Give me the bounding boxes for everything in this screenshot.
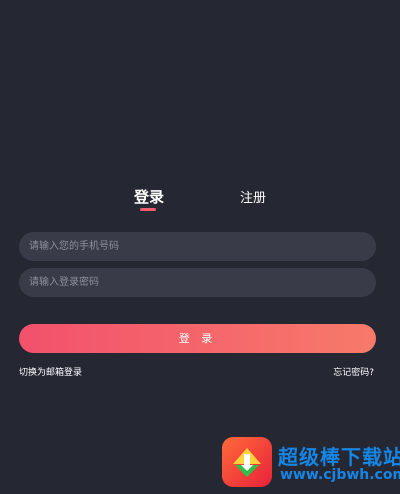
- phone-input[interactable]: [19, 232, 376, 261]
- password-input[interactable]: [19, 268, 376, 297]
- switch-to-email-login-link[interactable]: 切换为邮箱登录: [19, 365, 82, 378]
- site-watermark: 超级棒下载站 www.cjbwh.com: [222, 437, 400, 494]
- login-button[interactable]: 登 录: [19, 324, 376, 353]
- active-tab-indicator: [140, 208, 156, 211]
- tab-register[interactable]: 注册: [240, 187, 266, 206]
- watermark-url: www.cjbwh.com: [280, 467, 400, 483]
- login-screen: 登录 注册 登 录 切换为邮箱登录 忘记密码? 超级棒下载站 www.cjbwh…: [0, 0, 400, 494]
- forgot-password-link[interactable]: 忘记密码?: [333, 365, 374, 378]
- tab-login[interactable]: 登录: [134, 186, 164, 207]
- download-site-logo-icon: [222, 437, 272, 487]
- auth-tabs: 登录 注册: [0, 186, 400, 218]
- watermark-site-name: 超级棒下载站: [278, 445, 400, 469]
